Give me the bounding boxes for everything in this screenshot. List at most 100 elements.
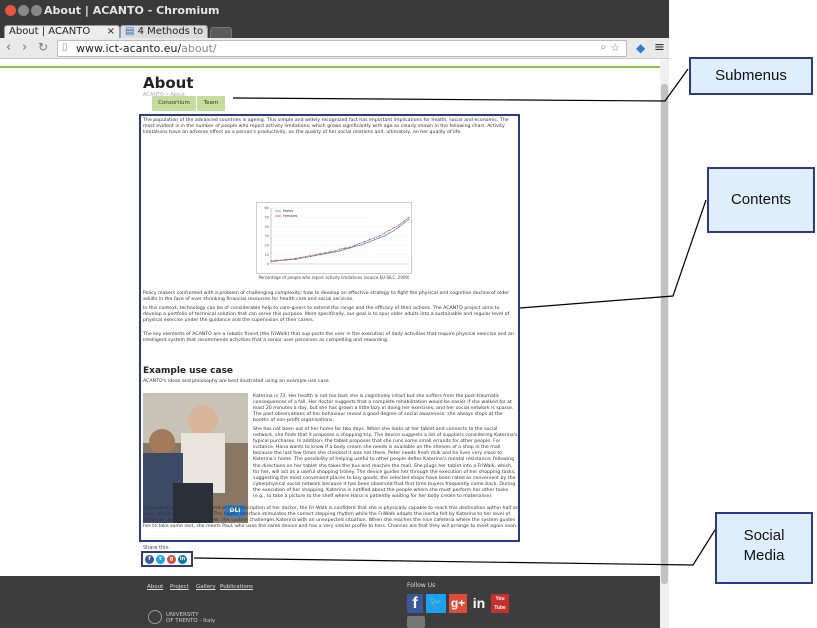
doc-icon: ▤ (125, 26, 135, 37)
data-point (398, 224, 400, 226)
submenu-consortium[interactable]: Consortium (152, 96, 196, 111)
scrollbar[interactable] (660, 60, 669, 628)
forward-icon[interactable]: › (22, 40, 27, 55)
back-icon[interactable]: ‹ (6, 40, 11, 55)
footer-facebook-icon[interactable]: f (407, 594, 423, 613)
data-point (290, 258, 292, 260)
story-paragraph: Because of Katerina's profile and of the… (143, 506, 519, 530)
social-share-bar: f t g in (141, 551, 193, 567)
chart-caption: Percentage of people who report activity… (258, 275, 410, 280)
series-line-males (271, 218, 410, 262)
university-seal-icon (148, 610, 162, 624)
footer-email-icon[interactable] (407, 616, 425, 628)
facebook-icon[interactable]: f (145, 555, 154, 564)
use-case-photo: DLI (143, 393, 248, 523)
address-bar[interactable]: ▯ www.ict-acanto.eu/about/ ⌕ ☆ (57, 40, 627, 57)
data-point (383, 235, 385, 237)
twitter-icon[interactable]: t (156, 555, 165, 564)
data-point (309, 255, 312, 257)
data-point (383, 232, 385, 234)
data-point (359, 244, 361, 246)
footer-link-publications[interactable]: Publications (220, 584, 253, 590)
data-point (314, 254, 316, 256)
y-tick-label: 0 (267, 262, 269, 266)
data-point (364, 242, 366, 245)
data-point (329, 251, 331, 253)
data-point (349, 246, 351, 248)
footer-google-plus-icon[interactable]: g+ (449, 594, 467, 613)
legend-label: Females (283, 214, 298, 218)
tab-about[interactable]: About | ACANTO × (4, 25, 120, 39)
y-tick-label: 10 (265, 253, 269, 257)
footer-youtube-icon[interactable]: You Tube (491, 594, 509, 613)
linkedin-icon[interactable]: in (178, 555, 187, 564)
paragraph: The population of the advanced countries… (143, 118, 509, 136)
footer-link-gallery[interactable]: Gallery (196, 584, 216, 590)
data-point (334, 250, 336, 252)
footer-twitter-icon[interactable]: 🐦 (426, 594, 446, 613)
tab-label: 4 Methods to Tak (137, 26, 207, 37)
data-point (344, 247, 346, 249)
new-tab-button[interactable] (210, 27, 232, 38)
data-point (319, 253, 321, 255)
data-point (373, 239, 376, 241)
data-point (393, 229, 395, 231)
bookmark-star-icon[interactable]: ☆ (610, 41, 620, 54)
data-point (354, 244, 356, 246)
data-point (388, 232, 390, 234)
data-point (285, 258, 287, 260)
window-title: About | ACANTO - Chromium (44, 4, 220, 17)
tab-methods[interactable]: ▤ 4 Methods to Tak (120, 25, 208, 39)
data-point (270, 260, 272, 262)
data-point (359, 242, 361, 245)
chart-svg: 0 10 20 30 40 50 60 MalesFemales (265, 206, 410, 266)
footer-link-about[interactable]: About (147, 584, 163, 590)
minimize-window-icon[interactable] (18, 5, 29, 16)
submenu-team[interactable]: Team (197, 96, 225, 111)
page-title: About (143, 74, 194, 92)
data-point (378, 237, 381, 239)
data-point (398, 226, 400, 228)
data-point (339, 248, 341, 250)
follow-label: Follow Us (407, 582, 436, 589)
data-point (368, 241, 371, 243)
extension-icon[interactable]: ◆ (636, 41, 645, 55)
toolbar: ‹ › ↻ ▯ www.ict-acanto.eu/about/ ⌕ ☆ ◆ ≡ (0, 38, 669, 59)
reload-icon[interactable]: ↻ (38, 40, 48, 54)
data-point (373, 237, 376, 239)
university-name: UNIVERSITY OF TRENTO - Italy (166, 612, 216, 624)
title-bar: About | ACANTO - Chromium (0, 0, 669, 22)
menu-icon[interactable]: ≡ (654, 40, 665, 55)
social-media-callout: Social Media (715, 512, 813, 584)
data-point (280, 259, 282, 261)
google-plus-icon[interactable]: g (167, 555, 176, 564)
y-tick-label: 20 (265, 244, 269, 248)
y-tick-label: 40 (265, 225, 269, 229)
data-point (364, 241, 366, 243)
close-tab-icon[interactable]: × (107, 26, 115, 37)
data-point (388, 229, 390, 231)
paragraph: Policy makers confronted with a problem … (143, 291, 510, 303)
data-point (408, 216, 410, 218)
data-point (339, 250, 341, 252)
maximize-window-icon[interactable] (31, 5, 42, 16)
story-paragraph: Katerina is 73. Her health is not too ba… (253, 394, 514, 424)
footer-link-project[interactable]: Project (170, 584, 189, 590)
browser-window: About | ACANTO - Chromium About | ACANTO… (0, 0, 669, 628)
url-text[interactable]: www.ict-acanto.eu/about/ (76, 42, 217, 55)
zoom-icon[interactable]: ⌕ (600, 42, 606, 53)
web-page: About ACANTO » About Consortium Team The… (0, 60, 660, 628)
footer-linkedin-icon[interactable]: in (470, 594, 488, 613)
page-icon: ▯ (62, 42, 68, 53)
close-window-icon[interactable] (5, 5, 16, 16)
scrollbar-thumb[interactable] (661, 84, 668, 584)
paragraph: The key elements of ACANTO are a robotic… (143, 332, 514, 344)
legend-label: Males (283, 209, 293, 213)
data-point (403, 220, 405, 222)
data-point (403, 222, 405, 224)
y-tick-label: 60 (265, 206, 269, 210)
paragraph: In this context, technology can be of co… (143, 306, 510, 324)
header-divider (0, 66, 660, 68)
y-tick-label: 50 (265, 216, 269, 220)
data-point (299, 256, 302, 259)
